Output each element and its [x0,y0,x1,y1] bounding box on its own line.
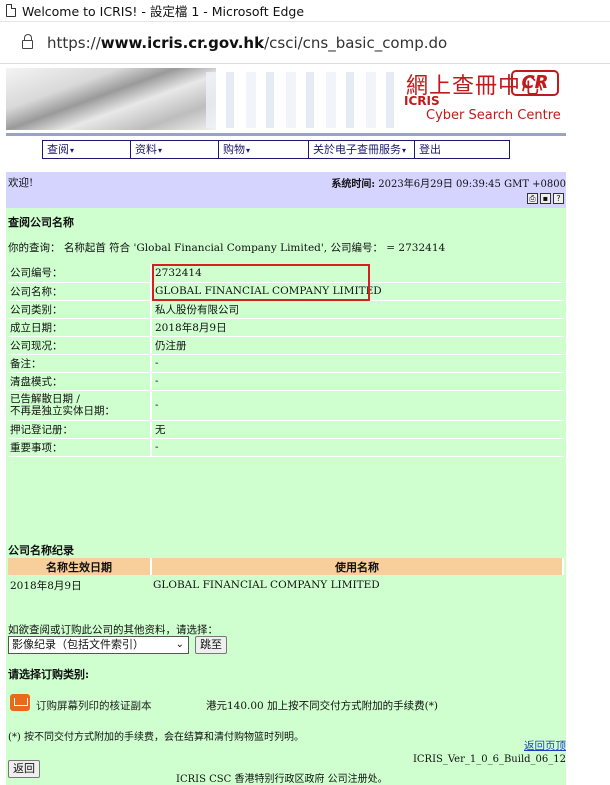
table-row: 公司类别： 私人股份有限公司 [8,300,564,319]
table-row: 备注： - [8,354,564,373]
table-row: 2018年8月9日 GLOBAL FINANCIAL COMPANY LIMIT… [10,579,380,592]
chevron-down-icon: ▾ [402,146,407,155]
save-icon[interactable]: ▪ [540,193,551,204]
site-banner: 網上查冊中心 CR ICRIS Cyber Search Centre [6,64,566,136]
banner-decoration [206,72,396,128]
copyright-text: ICRIS CSC 香港特别行政区政府 公司注册处。 [176,774,388,785]
lock-icon[interactable] [22,34,33,49]
menu-logout[interactable]: 登出 [415,141,509,158]
menu-shopping[interactable]: 购物▾ [219,141,309,158]
print-icon[interactable]: ⎙ [527,193,538,204]
banner-subtitle: Cyber Search Centre [426,108,561,123]
more-info-prompt: 如欲查阅或订购此公司的其他资料，请选择： [8,624,218,636]
menu-search[interactable]: 查阅▾ [43,141,131,158]
menu-about[interactable]: 关於电子查冊服务▾ [309,141,415,158]
order-type-title: 请选择订购类别: [8,668,90,681]
menu-info[interactable]: 资料▾ [131,141,219,158]
chevron-down-icon: ▾ [70,146,75,155]
table-row: 成立日期： 2018年8月9日 [8,318,564,337]
order-price: 港元140.00 加上按不同交付方式附加的手续费(*) [206,700,439,712]
order-item-label[interactable]: 订购屏幕列印的核证副本 [36,698,152,713]
company-name: GLOBAL FINANCIAL COMPANY LIMITED [151,282,564,301]
banner-icris: ICRIS [404,94,440,108]
name-history-table: 名称生效日期 使用名称 2018年8月9日 GLOBAL FINANCIAL C… [8,558,564,595]
query-summary: 你的查询： 名称起首 符合 'Global Financial Company … [8,242,446,254]
table-header: 名称生效日期 使用名称 [8,558,564,575]
chevron-down-icon: ▾ [158,146,163,155]
company-info-table: 公司编号： 2732414 公司名称： GLOBAL FINANCIAL COMPA… [8,264,564,457]
cart-icon[interactable] [10,694,30,711]
icris-page: 網上查冊中心 CR ICRIS Cyber Search Centre 查阅▾ … [6,64,566,785]
welcome-bar: 欢迎! 系统时间: 2023年6月29日 09:39:45 GMT +0800 … [6,172,566,208]
table-row: 已告解散日期 / 不再是独立实体日期： - [8,390,564,421]
page-icon [6,4,16,17]
version-text: ICRIS_Ver_1_0_6_Build_06_12 [412,754,566,765]
url-text[interactable]: https://www.icris.cr.gov.hk/csci/cns_bas… [47,34,447,52]
banner-photo [6,68,216,130]
page-tools: ⎙ ▪ ? [527,193,564,204]
chevron-down-icon: ▾ [246,146,251,155]
section-title: 查阅公司名称 [8,216,74,229]
main-content: 查阅公司名称 你的查询： 名称起首 符合 'Global Financial C… [6,208,566,785]
table-row: 清盘模式： - [8,372,564,391]
chevron-down-icon: ⌄ [175,639,184,650]
window-titlebar: Welcome to ICRIS! - 設定檔 1 - Microsoft Ed… [0,0,610,22]
back-to-top-link[interactable]: 返回页顶 [524,738,566,753]
address-bar[interactable]: https://www.icris.cr.gov.hk/csci/cns_bas… [0,22,610,64]
go-button[interactable]: 跳至 [195,636,227,654]
table-row: 重要事项： - [8,438,564,457]
window-title: Welcome to ICRIS! - 設定檔 1 - Microsoft Ed… [22,4,305,19]
history-title: 公司名称纪录 [8,544,74,557]
back-button[interactable]: 返回 [8,760,40,778]
system-time: 系统时间: 2023年6月29日 09:39:45 GMT +0800 [331,179,566,190]
table-row: 公司编号： 2732414 [8,264,564,283]
fee-note: (*) 按不同交付方式附加的手续费，会在结算和清付购物篮时列明。 [8,732,304,743]
table-row: 押记登记册：无 [8,420,564,439]
cr-logo: CR [511,70,559,96]
help-icon[interactable]: ? [553,193,564,204]
company-number: 2732414 [151,264,564,283]
table-row: 公司名称： GLOBAL FINANCIAL COMPANY LIMITED [8,282,564,301]
document-type-select[interactable]: 影像纪录（包括文件索引） ⌄ [8,636,189,654]
banner-divider [6,133,566,136]
table-row: 公司现况： 仍注册 [8,336,564,355]
welcome-text: 欢迎! [8,177,34,189]
main-menu: 查阅▾ 资料▾ 购物▾ 关於电子查冊服务▾ 登出 [42,140,510,159]
